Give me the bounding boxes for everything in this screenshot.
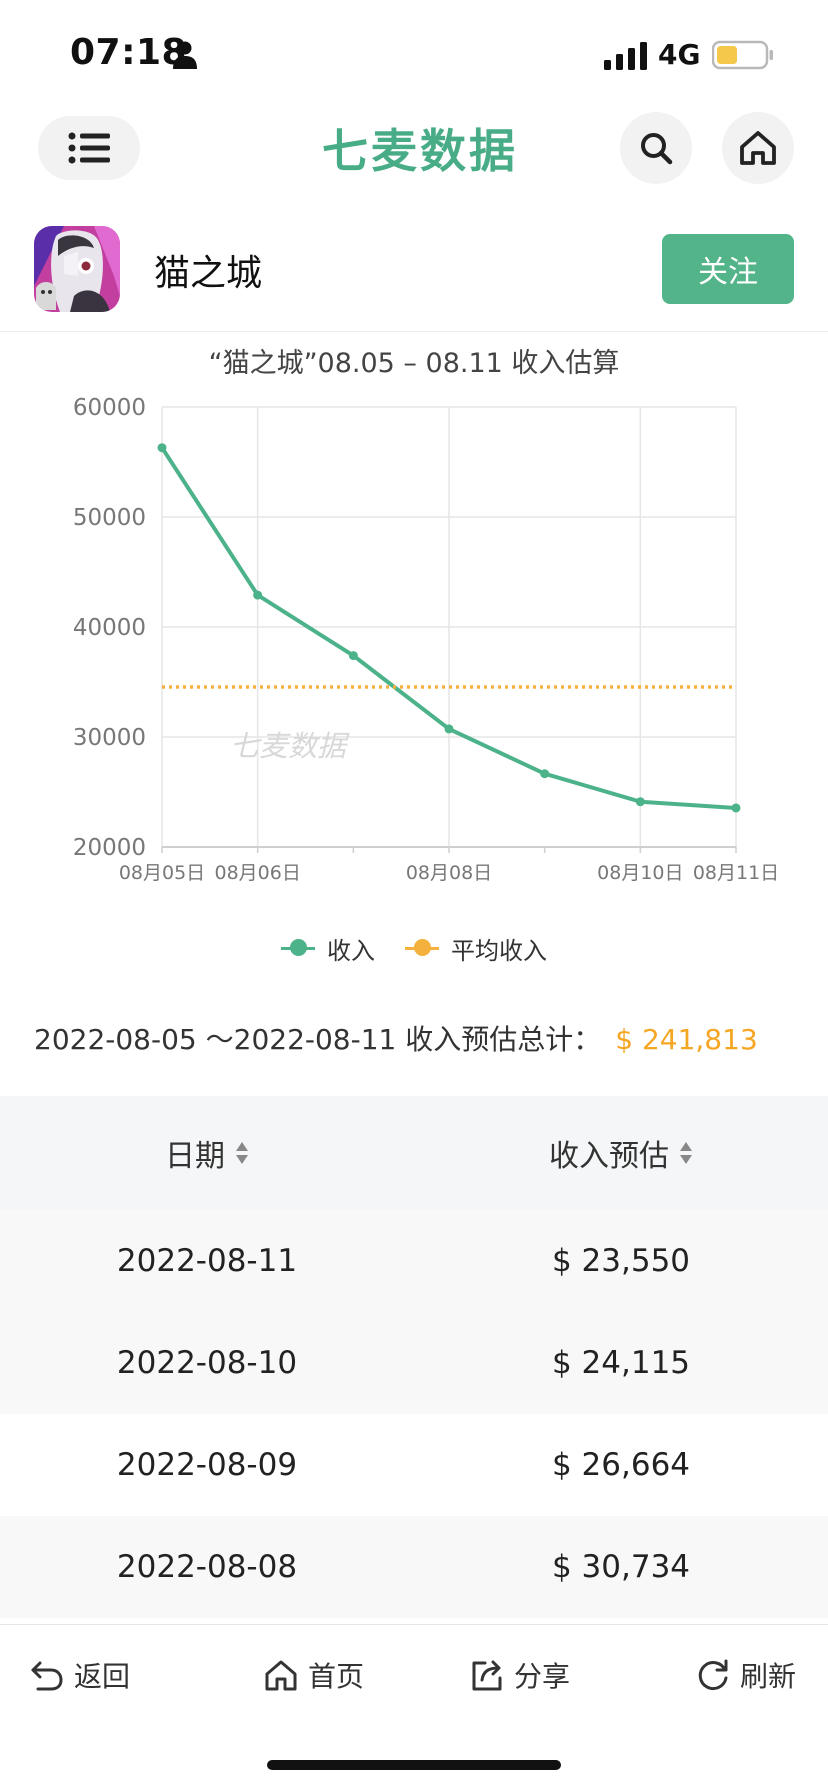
- revenue-cell: $ 24,115: [551, 1345, 691, 1381]
- search-button[interactable]: [620, 112, 692, 184]
- column-header-revenue[interactable]: 收入预估: [414, 1131, 828, 1175]
- y-tick-label: 60000: [73, 395, 146, 421]
- follow-button[interactable]: 关注: [662, 234, 794, 304]
- legend-average-label: 平均收入: [451, 936, 547, 965]
- app-name: 猫之城: [154, 253, 263, 294]
- column-header-date-label: 日期: [165, 1139, 225, 1174]
- bottom-nav-bar: 返回 首页 分享 刷新: [0, 1624, 828, 1724]
- revenue-cell: $ 30,734: [551, 1549, 691, 1585]
- legend-average[interactable]: 平均收入: [405, 931, 547, 966]
- date-cell: 2022-08-11: [116, 1243, 298, 1279]
- total-value: $ 241,813: [615, 1023, 758, 1056]
- sort-icon: [236, 1142, 248, 1164]
- chart-watermark: 七麦数据: [230, 729, 350, 763]
- x-tick-label: 08月10日: [597, 862, 683, 884]
- income-point: [253, 590, 263, 600]
- back-button[interactable]: 返回: [30, 1655, 130, 1695]
- refresh-label: 刷新: [740, 1660, 797, 1693]
- y-tick-label: 20000: [73, 835, 146, 861]
- legend-income[interactable]: 收入: [281, 931, 375, 966]
- person-icon: [173, 41, 197, 69]
- date-cell: 2022-08-09: [116, 1447, 298, 1483]
- status-time: 07:18: [70, 32, 188, 73]
- x-tick-label: 08月06日: [214, 862, 300, 884]
- legend-average-marker: [405, 939, 439, 956]
- y-tick-label: 50000: [73, 505, 146, 531]
- income-point: [731, 803, 741, 813]
- date-cell: 2022-08-10: [116, 1345, 298, 1381]
- revenue-chart: “猫之城”08.05 – 08.11 收入估算 20000 30000 40000 50…: [0, 340, 828, 960]
- sort-icon: [680, 1142, 692, 1164]
- revenue-cell: $ 26,664: [551, 1447, 691, 1483]
- table-row: 2022-08-11 $ 23,550: [0, 1210, 828, 1312]
- x-tick-label: 08月05日: [119, 862, 205, 884]
- total-label: 2022-08-05 ～2022-08-11 收入预估总计：: [34, 1023, 602, 1056]
- income-point: [635, 797, 645, 807]
- menu-button[interactable]: [38, 116, 140, 180]
- search-icon: [641, 133, 673, 165]
- signal-icon: [604, 42, 647, 70]
- share-button[interactable]: 分享: [470, 1655, 570, 1695]
- header: 七麦数据: [0, 108, 828, 200]
- x-tick-label: 08月11日: [693, 862, 779, 884]
- y-tick-label: 30000: [73, 725, 146, 751]
- network-label: 4G: [658, 38, 701, 71]
- legend-income-marker: [281, 939, 315, 956]
- income-point: [540, 769, 550, 779]
- y-tick-label: 40000: [73, 615, 146, 641]
- back-icon: [31, 1661, 63, 1691]
- income-point: [157, 443, 167, 453]
- nav-home-button[interactable]: 首页: [264, 1655, 364, 1695]
- home-icon: [265, 1660, 297, 1691]
- share-icon: [472, 1660, 502, 1691]
- table-body: 2022-08-11 $ 23,550 2022-08-10 $ 24,115 …: [0, 1210, 828, 1618]
- table-row: 2022-08-08 $ 30,734: [0, 1516, 828, 1618]
- refresh-icon: [698, 1659, 728, 1691]
- column-header-revenue-label: 收入预估: [549, 1139, 669, 1174]
- home-button[interactable]: [722, 112, 794, 184]
- column-header-date[interactable]: 日期: [0, 1131, 414, 1175]
- refresh-button[interactable]: 刷新: [696, 1655, 796, 1695]
- chart-title: “猫之城”08.05 – 08.11 收入估算: [209, 348, 620, 379]
- revenue-cell: $ 23,550: [551, 1243, 691, 1279]
- chart-svg: “猫之城”08.05 – 08.11 收入估算 20000 30000 40000 50…: [73, 348, 779, 884]
- list-icon: [68, 132, 110, 164]
- revenue-total: 2022-08-05 ～2022-08-11 收入预估总计： $ 241,813: [34, 1018, 758, 1058]
- brand-logo[interactable]: 七麦数据: [310, 116, 530, 180]
- battery-icon: [712, 40, 773, 70]
- income-point: [444, 724, 454, 734]
- home-indicator: [267, 1760, 561, 1770]
- table-row: 2022-08-10 $ 24,115: [0, 1312, 828, 1414]
- back-label: 返回: [74, 1660, 131, 1693]
- income-point: [348, 651, 358, 661]
- date-cell: 2022-08-08: [116, 1549, 298, 1585]
- table-row: 2022-08-09 $ 26,664: [0, 1414, 828, 1516]
- share-label: 分享: [514, 1660, 571, 1693]
- status-bar: 07:18 4G: [0, 0, 828, 100]
- table-header: 日期 收入预估: [0, 1096, 828, 1210]
- home-icon: [740, 131, 776, 165]
- app-icon[interactable]: [34, 226, 120, 312]
- legend-income-label: 收入: [327, 936, 375, 965]
- app-info-row: 猫之城 关注: [0, 222, 828, 332]
- home-label: 首页: [308, 1660, 365, 1693]
- chart-legend: 收入 平均收入: [0, 928, 828, 968]
- revenue-table: 日期 收入预估 2022-08-11 $ 23,550 2022-08-10 $…: [0, 1096, 828, 1618]
- brand-text: 七麦数据: [322, 124, 518, 178]
- x-tick-label: 08月08日: [406, 862, 492, 884]
